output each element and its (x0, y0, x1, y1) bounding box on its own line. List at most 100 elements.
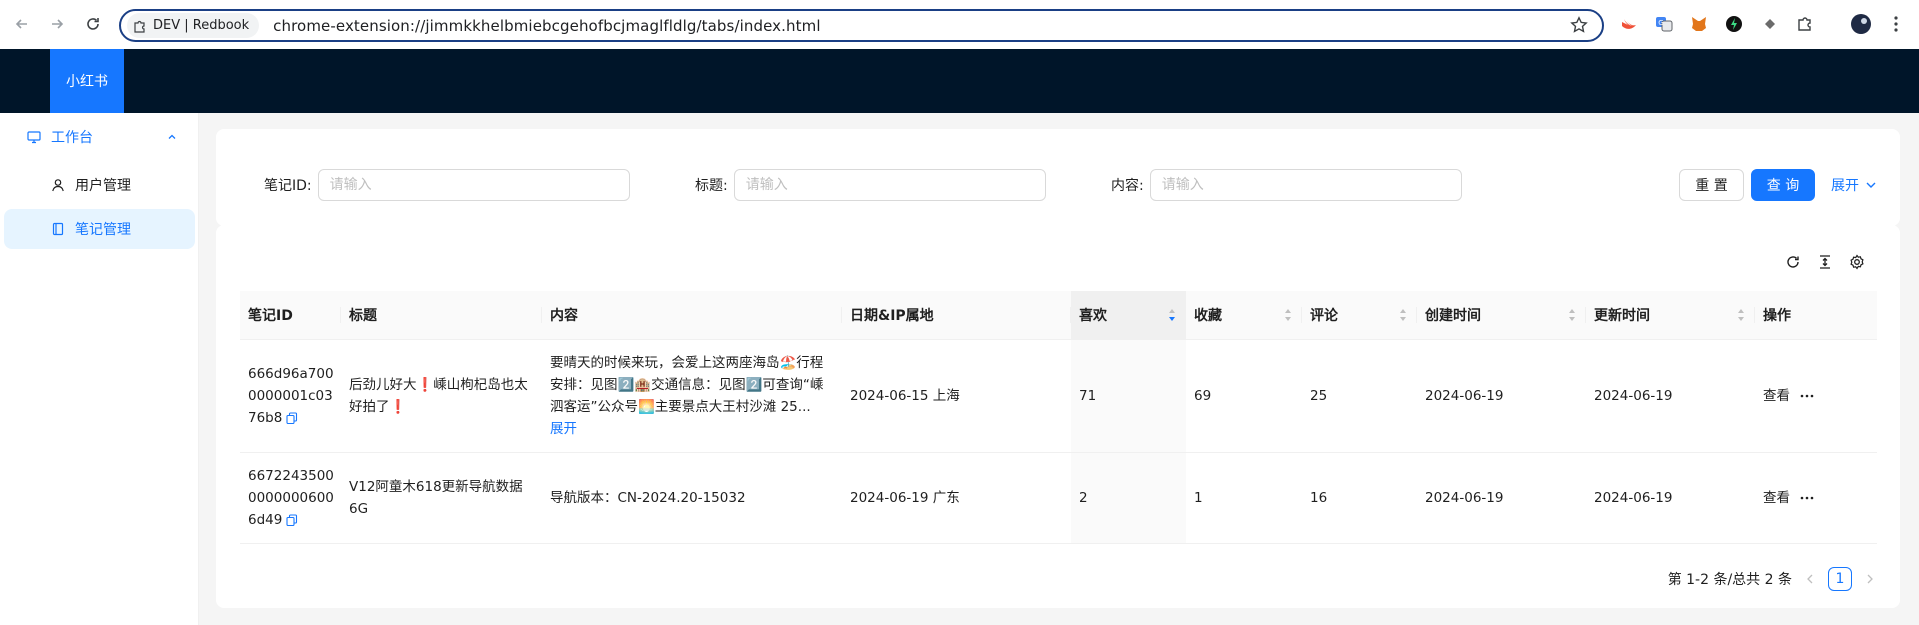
column-settings-button[interactable] (1846, 251, 1868, 273)
column-header-created[interactable]: 创建时间 (1417, 291, 1586, 340)
forward-button[interactable] (45, 12, 69, 36)
bookmark-star-button[interactable] (1570, 16, 1588, 38)
sort-icon (1569, 309, 1575, 321)
star-icon (1570, 16, 1588, 33)
pagination-summary: 第 1-2 条/总共 2 条 (1667, 572, 1792, 588)
cell-collects: 1 (1186, 452, 1302, 544)
cell-comments: 16 (1302, 452, 1417, 544)
reset-button[interactable]: 重 置 (1679, 169, 1744, 201)
chevron-right-icon (1867, 574, 1873, 584)
diamond-extension-icon[interactable] (1759, 13, 1781, 35)
site-chip[interactable]: DEV | Redbook (127, 13, 260, 38)
browser-menu-button[interactable] (1885, 13, 1907, 35)
copy-icon[interactable] (286, 513, 298, 526)
sidebar-item-notes[interactable]: 笔记管理 (4, 209, 195, 249)
column-header-comments[interactable]: 评论 (1302, 291, 1417, 340)
notes-table: 笔记ID 标题 内容 日期&IP属地 喜欢 收藏 评论 创建时间 更新时间 操作 (240, 291, 1877, 544)
extension-puzzle-icon (134, 20, 145, 33)
table-toolbar (1782, 251, 1868, 273)
url-text[interactable]: chrome-extension://jimmkkhelbmiebcgehofb… (273, 17, 820, 35)
sort-descending-icon (1169, 309, 1175, 321)
sidebar: 工作台 用户管理 笔记管理 (0, 113, 199, 625)
cell-likes: 2 (1071, 452, 1186, 544)
desktop-icon (27, 131, 41, 144)
title-label: 标题: (695, 178, 728, 194)
chevron-up-icon (168, 134, 176, 139)
column-header-actions: 操作 (1755, 291, 1877, 340)
more-horizontal-icon[interactable] (1800, 496, 1814, 500)
back-button[interactable] (10, 12, 34, 36)
cell-title: 后劲儿好大❗️嵊山枸杞岛也太好拍了❗️ (341, 339, 542, 453)
copy-icon[interactable] (286, 411, 298, 424)
sidebar-item-users[interactable]: 用户管理 (4, 165, 195, 205)
more-vertical-icon (1894, 16, 1898, 32)
column-height-icon (1820, 255, 1830, 269)
cell-comments: 25 (1302, 339, 1417, 453)
content-input[interactable] (1149, 169, 1462, 201)
query-button[interactable]: 查 询 (1751, 169, 1815, 201)
chevron-down-icon (1866, 182, 1876, 188)
chevron-left-icon (1807, 574, 1813, 584)
column-header-note-id: 笔记ID (240, 291, 341, 340)
translate-extension-icon[interactable]: G (1653, 13, 1675, 35)
view-button[interactable]: 查看 (1763, 385, 1790, 407)
search-form: 笔记ID: 标题: 内容: 重 置 查 询 展开 (216, 129, 1900, 226)
more-horizontal-icon[interactable] (1800, 394, 1814, 398)
expand-filters-link[interactable]: 展开 (1831, 169, 1877, 201)
browser-toolbar: DEV | Redbook chrome-extension://jimmkkh… (0, 0, 1919, 49)
main-content: 笔记ID: 标题: 内容: 重 置 查 询 展开 (199, 113, 1919, 625)
content-label: 内容: (1111, 178, 1144, 194)
swift-extension-icon[interactable] (1618, 13, 1640, 35)
cell-note-id: 666d96a7000000001c0376b8 (240, 339, 341, 453)
address-bar[interactable]: DEV | Redbook chrome-extension://jimmkkh… (119, 9, 1604, 42)
sort-icon (1738, 309, 1744, 321)
site-chip-label: DEV | Redbook (153, 18, 250, 33)
next-page-button[interactable] (1862, 567, 1878, 591)
arrow-left-icon (15, 19, 27, 29)
column-header-likes[interactable]: 喜欢 (1071, 291, 1186, 340)
cell-likes: 71 (1071, 339, 1186, 453)
table-row: 666d96a7000000001c0376b8 后劲儿好大❗️嵊山枸杞岛也太好… (240, 339, 1877, 453)
column-header-content: 内容 (542, 291, 842, 340)
cell-date-ip: 2024-06-19 广东 (842, 452, 1071, 544)
prev-page-button[interactable] (1802, 567, 1818, 591)
sort-icon (1285, 309, 1291, 321)
density-button[interactable] (1814, 251, 1836, 273)
note-id-field: 笔记ID: (264, 169, 630, 201)
extensions-puzzle-button[interactable] (1794, 13, 1816, 35)
cell-updated: 2024-06-19 (1586, 452, 1755, 544)
gear-icon (1850, 254, 1864, 270)
view-button[interactable]: 查看 (1763, 487, 1790, 509)
arrow-right-icon (52, 19, 64, 29)
content-expand-link[interactable]: 展开 (550, 418, 834, 440)
title-field: 标题: (695, 169, 1046, 201)
pagination: 第 1-2 条/总共 2 条 1 (1668, 567, 1878, 591)
column-header-updated[interactable]: 更新时间 (1586, 291, 1755, 340)
sidebar-group-label: 工作台 (51, 130, 93, 146)
svg-text:G: G (1658, 19, 1663, 27)
cell-actions: 查看 (1755, 452, 1877, 544)
cell-created: 2024-06-19 (1417, 339, 1586, 453)
profile-avatar[interactable] (1850, 13, 1872, 35)
note-id-input[interactable] (317, 169, 630, 201)
page-number-button[interactable]: 1 (1828, 567, 1852, 591)
reload-table-button[interactable] (1782, 251, 1804, 273)
cell-collects: 69 (1186, 339, 1302, 453)
note-id-label: 笔记ID: (264, 178, 312, 194)
column-header-collects[interactable]: 收藏 (1186, 291, 1302, 340)
cell-date-ip: 2024-06-15 上海 (842, 339, 1071, 453)
content-text: 要晴天的时候来玩，会爱上这两座海岛🏖️行程安排：见图2️⃣🏨交通信息：见图2️⃣… (550, 354, 824, 415)
column-header-date-ip: 日期&IP属地 (842, 291, 1071, 340)
sidebar-item-label: 用户管理 (75, 178, 131, 194)
cell-content: 要晴天的时候来玩，会爱上这两座海岛🏖️行程安排：见图2️⃣🏨交通信息：见图2️⃣… (542, 339, 842, 453)
content-field: 内容: (1111, 169, 1462, 201)
reload-button[interactable] (81, 12, 105, 36)
title-input[interactable] (733, 169, 1046, 201)
cell-updated: 2024-06-19 (1586, 339, 1755, 453)
brand-logo[interactable]: 小红书 (50, 49, 124, 113)
cell-title: V12阿童木618更新导航数据6G (341, 452, 542, 544)
app-header: 小红书 (0, 49, 1919, 113)
speed-extension-icon[interactable] (1723, 13, 1745, 35)
metamask-extension-icon[interactable] (1688, 13, 1710, 35)
sidebar-group-workbench[interactable]: 工作台 (0, 117, 199, 157)
